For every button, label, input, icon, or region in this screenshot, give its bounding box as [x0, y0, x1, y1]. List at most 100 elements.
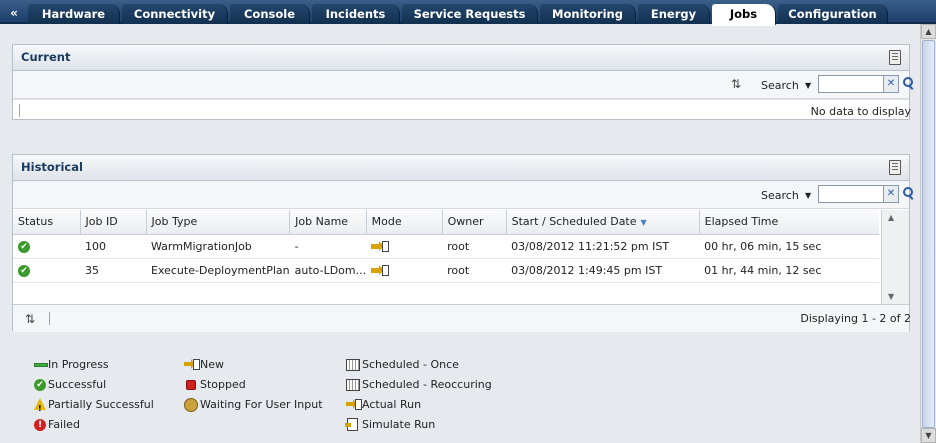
- legend-item: Scheduled - Reoccuring: [346, 376, 492, 396]
- tab-monitoring[interactable]: Monitoring: [540, 4, 636, 24]
- legend-item: In Progress: [34, 356, 154, 376]
- legend-item: Scheduled - Once: [346, 356, 492, 376]
- elapsed-time-cell: 01 hr, 44 min, 12 sec: [699, 258, 879, 283]
- column-header-start-date[interactable]: Start / Scheduled Date ▼: [506, 210, 700, 235]
- start-date-cell: 03/08/2012 1:49:45 pm IST: [506, 258, 700, 283]
- tab-energy[interactable]: Energy: [638, 4, 710, 24]
- tab-connectivity[interactable]: Connectivity: [122, 4, 228, 24]
- elapsed-time-cell: 00 hr, 06 min, 15 sec: [699, 234, 879, 259]
- search-dropdown-arrow-icon[interactable]: ▼: [805, 191, 811, 200]
- current-search-label[interactable]: Search: [761, 79, 799, 92]
- successful-icon: ✔: [34, 379, 46, 391]
- failed-icon: !: [34, 419, 46, 431]
- tab-console[interactable]: Console: [230, 4, 310, 24]
- in-progress-icon: [34, 363, 48, 367]
- column-header-owner[interactable]: Owner: [442, 210, 507, 235]
- current-panel: Current ⇅ Search ▼ ✕ No data to display: [12, 44, 913, 121]
- tab-scroll-back-button[interactable]: «: [4, 4, 24, 22]
- job-type-cell: Execute-DeploymentPlan: [146, 258, 290, 283]
- column-header-job-id[interactable]: Job ID: [80, 210, 147, 235]
- successful-icon: ✔: [18, 264, 30, 277]
- displaying-count: Displaying 1 - 2 of 2: [800, 312, 911, 325]
- table-row[interactable]: ✔ 35 Execute-DeploymentPlan auto-LDom...…: [13, 258, 879, 283]
- scroll-up-icon[interactable]: ▲: [921, 24, 936, 39]
- simulate-run-icon: [345, 418, 358, 431]
- find-icon[interactable]: [902, 77, 914, 91]
- refresh-icon[interactable]: ⇅: [731, 77, 741, 91]
- historical-panel-title: Historical: [21, 160, 83, 174]
- legend-item: Waiting For User Input: [184, 396, 323, 416]
- legend-item: New: [184, 356, 323, 376]
- search-dropdown-arrow-icon[interactable]: ▼: [805, 81, 811, 90]
- legend-item: ✔ Successful: [34, 376, 154, 396]
- legend-label: Simulate Run: [362, 418, 436, 431]
- job-id-cell: 100: [80, 234, 146, 259]
- page-scrollbar[interactable]: ▲ ▼: [920, 24, 936, 443]
- legend-label: In Progress: [48, 358, 109, 371]
- tab-bar: « Hardware Connectivity Console Incident…: [0, 0, 936, 26]
- current-search-input[interactable]: [818, 75, 884, 93]
- column-header-mode[interactable]: Mode: [366, 210, 443, 235]
- legend-mode: Scheduled - Once Scheduled - Reoccuring …: [345, 356, 492, 436]
- historical-panel-header: Historical: [13, 155, 909, 181]
- no-data-message: No data to display: [810, 105, 911, 118]
- legend-label: Partially Successful: [48, 398, 154, 411]
- scheduled-once-icon: [346, 359, 360, 371]
- current-empty-row: No data to display: [13, 99, 911, 121]
- stopped-icon: [186, 380, 196, 390]
- partially-successful-icon: !: [34, 398, 46, 413]
- legend-label: Successful: [48, 378, 107, 391]
- column-header-job-name[interactable]: Job Name: [289, 210, 367, 235]
- historical-panel: Historical Search ▼ ✕ Status Job ID Job …: [12, 154, 913, 332]
- legend-label: Scheduled - Reoccuring: [362, 378, 492, 391]
- successful-icon: ✔: [18, 240, 30, 253]
- legend-item: Actual Run: [346, 396, 492, 416]
- job-name-cell: -: [289, 234, 367, 259]
- historical-search-label[interactable]: Search: [761, 189, 799, 202]
- sort-descending-icon[interactable]: ▼: [641, 218, 647, 227]
- current-panel-title: Current: [21, 50, 71, 64]
- panel-menu-icon[interactable]: [889, 50, 901, 65]
- tab-incidents[interactable]: Incidents: [312, 4, 400, 24]
- current-toolbar: ⇅ Search ▼ ✕: [13, 71, 913, 99]
- clear-search-icon[interactable]: ✕: [883, 185, 899, 203]
- job-id-cell: 35: [80, 258, 146, 283]
- actual-run-icon: [371, 264, 390, 277]
- current-panel-header: Current: [13, 45, 909, 71]
- clear-search-icon[interactable]: ✕: [883, 75, 899, 93]
- scheduled-reoccuring-icon: [346, 379, 360, 391]
- table-scrollbar[interactable]: ▲ ▼: [881, 210, 909, 304]
- panel-menu-icon[interactable]: [889, 160, 901, 175]
- column-header-status[interactable]: Status: [13, 210, 81, 235]
- status-cell: ✔: [13, 234, 80, 259]
- scroll-thumb[interactable]: [922, 40, 935, 428]
- job-type-cell: WarmMigrationJob: [146, 234, 290, 259]
- legend-label: Actual Run: [362, 398, 422, 411]
- find-icon[interactable]: [902, 187, 914, 201]
- refresh-icon[interactable]: ⇅: [25, 312, 35, 326]
- legend-item: Simulate Run: [345, 416, 492, 436]
- legend-label: Scheduled - Once: [362, 358, 459, 371]
- table-scroll-down-icon[interactable]: ▼: [888, 292, 894, 301]
- owner-cell: root: [442, 234, 507, 259]
- historical-search-input[interactable]: [818, 185, 884, 203]
- table-row[interactable]: ✔ 100 WarmMigrationJob - root 03/08/2012…: [13, 234, 879, 259]
- new-icon: [184, 358, 200, 372]
- column-header-job-type[interactable]: Job Type: [146, 210, 291, 235]
- column-divider: [19, 104, 20, 117]
- table-header-row: Status Job ID Job Type Job Name Mode Own…: [13, 210, 879, 235]
- scroll-down-icon[interactable]: ▼: [921, 428, 936, 443]
- owner-cell: root: [442, 258, 507, 283]
- table-scroll-up-icon[interactable]: ▲: [888, 213, 894, 222]
- mode-cell: [366, 258, 443, 283]
- tab-jobs[interactable]: Jobs: [712, 4, 776, 26]
- tab-hardware[interactable]: Hardware: [28, 4, 120, 24]
- column-header-elapsed-time[interactable]: Elapsed Time: [699, 210, 879, 235]
- column-divider: [49, 312, 50, 325]
- column-header-start-date-label: Start / Scheduled Date: [511, 215, 637, 229]
- tab-configuration[interactable]: Configuration: [778, 4, 888, 24]
- start-date-cell: 03/08/2012 11:21:52 pm IST: [506, 234, 700, 259]
- tab-service-requests[interactable]: Service Requests: [402, 4, 538, 24]
- mode-cell: [366, 234, 443, 259]
- legend-label: Waiting For User Input: [200, 398, 323, 411]
